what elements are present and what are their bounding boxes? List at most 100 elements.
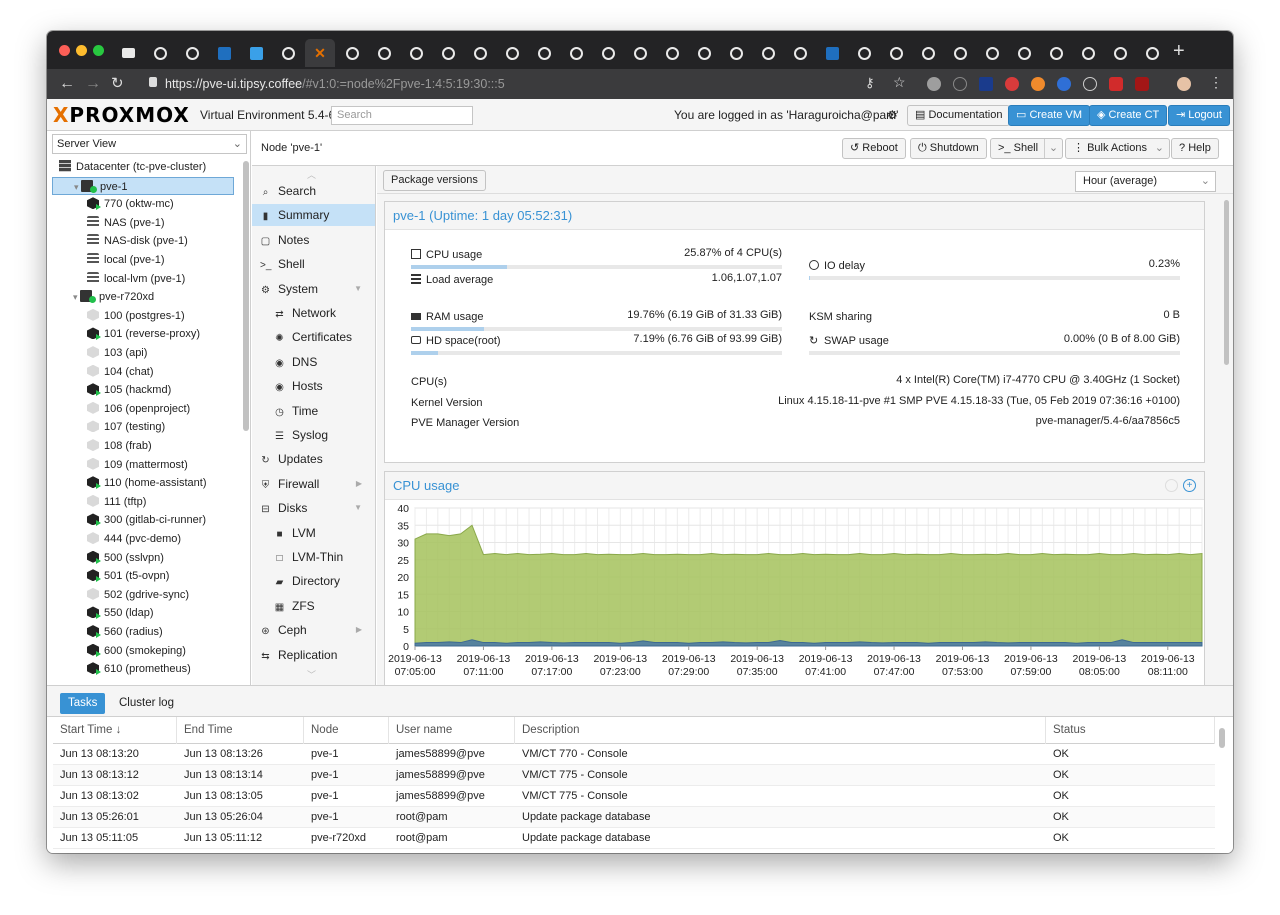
reload-icon[interactable]: ↻ <box>111 74 124 94</box>
table-row[interactable]: Jun 13 05:26:01 Jun 13 05:26:04 pve-1 root@… <box>53 807 1215 828</box>
table-row[interactable]: Jun 13 08:13:12 Jun 13 08:13:14 pve-1 james… <box>53 765 1215 786</box>
create-ct-button[interactable]: ◈ Create CT <box>1089 105 1168 126</box>
extension-glasses-icon[interactable] <box>1083 77 1097 91</box>
bulk-actions-button[interactable]: ⋮ Bulk Actions ⌄ <box>1065 138 1170 159</box>
tree-node[interactable]: ▾ pve-r720xd <box>73 288 154 306</box>
avatar[interactable] <box>1177 77 1191 91</box>
tree-node[interactable]: 600 (smokeping) <box>87 642 186 660</box>
browser-tab[interactable] <box>785 39 815 67</box>
tree-node[interactable]: 500 (sslvpn) <box>87 549 164 567</box>
chevron-down-icon[interactable]: ⌄ <box>1043 139 1058 158</box>
browser-tab[interactable] <box>401 39 431 67</box>
shell-button[interactable]: >_ Shell ⌄ <box>990 138 1064 159</box>
browser-tab[interactable] <box>145 39 175 67</box>
browser-tab[interactable] <box>1105 39 1135 67</box>
tree-node[interactable]: 106 (openproject) <box>87 400 190 418</box>
browser-tab[interactable] <box>177 39 207 67</box>
minimize-window-button[interactable] <box>76 45 87 56</box>
menu-item-search[interactable]: ⌕ Search <box>252 180 375 202</box>
browser-tab[interactable] <box>657 39 687 67</box>
maximize-window-button[interactable] <box>93 45 104 56</box>
browser-tab[interactable] <box>1009 39 1039 67</box>
menu-item-time[interactable]: ◷ Time <box>252 400 375 422</box>
menu-item-updates[interactable]: ↻ Updates <box>252 448 375 470</box>
browser-tab[interactable] <box>977 39 1007 67</box>
extension-drive-icon[interactable] <box>927 77 941 91</box>
browser-tab[interactable] <box>817 39 847 67</box>
browser-tab[interactable] <box>913 39 943 67</box>
tree-node[interactable]: 502 (gdrive-sync) <box>87 586 189 604</box>
tree-node[interactable]: 501 (t5-ovpn) <box>87 567 169 585</box>
reboot-button[interactable]: ↺ Reboot <box>842 138 906 159</box>
browser-tab[interactable] <box>1073 39 1103 67</box>
menu-item-network[interactable]: ⇄ Network <box>252 302 375 324</box>
browser-tab[interactable] <box>113 39 143 67</box>
forward-icon[interactable]: → <box>85 74 101 94</box>
package-versions-button[interactable]: Package versions <box>383 170 486 191</box>
tree-node[interactable]: NAS (pve-1) <box>87 214 165 232</box>
bookmark-star-icon[interactable]: ☆ <box>893 74 906 91</box>
close-window-button[interactable] <box>59 45 70 56</box>
column-header[interactable]: Node <box>304 717 389 744</box>
menu-item-syslog[interactable]: ☰ Syslog <box>252 424 375 446</box>
menu-item-notes[interactable]: ▢ Notes <box>252 229 375 251</box>
tree-node[interactable]: 104 (chat) <box>87 363 154 381</box>
column-header[interactable]: User name <box>389 717 515 744</box>
menu-item-summary[interactable]: ▮ Summary <box>252 204 375 227</box>
menu-item-dns[interactable]: ◉ DNS <box>252 351 375 373</box>
tree-node[interactable]: 109 (mattermost) <box>87 456 188 474</box>
key-icon[interactable]: ⚷ <box>865 75 875 91</box>
column-header[interactable]: Start Time ↓ <box>53 717 177 744</box>
tree-node[interactable]: 560 (radius) <box>87 623 163 641</box>
browser-tab[interactable] <box>849 39 879 67</box>
browser-tab[interactable] <box>465 39 495 67</box>
tab-tasks[interactable]: Tasks <box>60 693 106 714</box>
column-header[interactable]: Description <box>515 717 1046 744</box>
expand-toggle-icon[interactable]: ▾ <box>74 182 81 192</box>
expand-toggle-icon[interactable]: ▾ <box>73 292 80 302</box>
menu-item-firewall[interactable]: ⛨ Firewall ▶ <box>252 473 375 495</box>
table-row[interactable]: Jun 13 08:13:02 Jun 13 08:13:05 pve-1 james… <box>53 786 1215 807</box>
tree-node[interactable]: 105 (hackmd) <box>87 381 171 399</box>
menu-item-lvm[interactable]: ■ LVM <box>252 522 375 544</box>
browser-tab[interactable] <box>241 39 271 67</box>
menu-item-certificates[interactable]: ✺ Certificates <box>252 326 375 348</box>
tree-node[interactable]: 100 (postgres-1) <box>87 307 185 325</box>
ublock-icon[interactable] <box>1135 77 1149 91</box>
tree-node[interactable]: 103 (api) <box>87 344 147 362</box>
tree-node[interactable]: 101 (reverse-proxy) <box>87 325 200 343</box>
logout-button[interactable]: ⇥ Logout <box>1168 105 1230 126</box>
tree-node[interactable]: 108 (frab) <box>87 437 152 455</box>
timeframe-select[interactable]: Hour (average) ⌄ <box>1075 171 1216 192</box>
tree-scrollbar[interactable] <box>243 161 249 431</box>
browser-tab[interactable] <box>1041 39 1071 67</box>
browser-tab[interactable] <box>273 39 303 67</box>
tree-node[interactable]: 610 (prometheus) <box>87 660 191 678</box>
menu-item-zfs[interactable]: ▦ ZFS <box>252 595 375 617</box>
tree-node[interactable]: 111 (tftp) <box>87 493 146 511</box>
extension-red-icon[interactable] <box>1005 77 1019 91</box>
content-scrollbar[interactable] <box>1224 200 1229 365</box>
browser-tab[interactable] <box>497 39 527 67</box>
url-input[interactable]: https://pve-ui.tipsy.coffee/#v1:0:=node%… <box>165 73 895 95</box>
tree-node[interactable]: 444 (pvc-demo) <box>87 530 181 548</box>
menu-item-directory[interactable]: ▰ Directory <box>252 570 375 592</box>
browser-tab[interactable]: ✕ <box>305 39 335 67</box>
browser-tab[interactable] <box>625 39 655 67</box>
zoom-reset-icon[interactable] <box>1165 479 1178 492</box>
extension-flag-icon[interactable] <box>979 77 993 91</box>
help-button[interactable]: ? Help <box>1171 138 1219 159</box>
browser-tab[interactable] <box>945 39 975 67</box>
tree-node[interactable]: ▾ pve-1 <box>52 176 234 195</box>
documentation-button[interactable]: ▤ Documentation <box>907 105 1011 126</box>
menu-item-ceph[interactable]: ⊛ Ceph ▶ <box>252 619 375 641</box>
tree-node[interactable]: 550 (ldap) <box>87 604 154 622</box>
column-header[interactable]: Status <box>1046 717 1215 744</box>
browser-tab[interactable] <box>433 39 463 67</box>
menu-item-disks[interactable]: ⊟ Disks ▼ <box>252 497 375 519</box>
browser-tab[interactable] <box>561 39 591 67</box>
browser-tab[interactable] <box>721 39 751 67</box>
menu-item-shell[interactable]: >_ Shell <box>252 253 375 275</box>
new-tab-button[interactable]: + <box>1173 39 1185 63</box>
menu-item-lvm-thin[interactable]: □ LVM-Thin <box>252 546 375 568</box>
